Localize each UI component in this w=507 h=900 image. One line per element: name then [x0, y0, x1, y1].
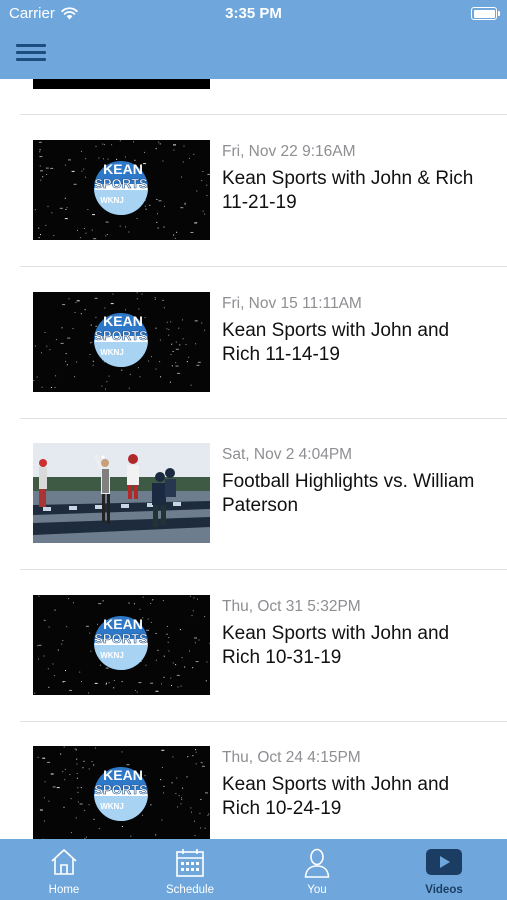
video-thumbnail[interactable]: KEAN SPORTS WKNJ	[33, 594, 210, 695]
logo-text-kean: KEAN	[103, 313, 143, 329]
logo-text-sports: SPORTS	[94, 176, 148, 191]
tab-bar: Home Schedule You Videos	[0, 839, 507, 900]
tab-schedule-label: Schedule	[166, 884, 214, 896]
video-title[interactable]: Kean Sports with John and Rich 11-14-19	[222, 319, 492, 367]
tab-videos-label: Videos	[425, 884, 463, 896]
video-thumbnail[interactable]	[33, 443, 210, 543]
video-date: Sat, Nov 2 4:04PM	[222, 446, 353, 463]
video-title[interactable]: Kean Sports with John and Rich 10-24-19	[222, 773, 492, 821]
video-list-item[interactable]: KEAN SPORTS WKNJ Thu, Oct 24 4:15PM Kean Spo…	[0, 721, 507, 839]
tab-videos[interactable]: Videos	[394, 839, 494, 900]
video-thumbnail[interactable]: KEAN SPORTS WKNJ	[33, 746, 210, 839]
tab-you-label: You	[307, 884, 327, 896]
play-icon	[426, 849, 462, 875]
logo-text-sports: SPORTS	[94, 782, 148, 797]
kean-sports-logo-thumbnail: KEANSPORTS WKNJ	[33, 746, 210, 839]
video-title[interactable]: Football Highlights vs. William Paterson	[222, 470, 492, 518]
logo-text-kean: KEAN	[103, 616, 143, 632]
battery-icon	[471, 7, 500, 20]
home-icon	[51, 849, 77, 875]
tab-schedule[interactable]: Schedule	[140, 839, 240, 900]
video-date: Fri, Nov 15 11:11AM	[222, 294, 362, 312]
logo-text-sports: SPORTS	[94, 631, 148, 646]
video-list[interactable]: KEAN SPORTS WKNJ Fri, Nov 22 9:16AM Kean Spo…	[0, 79, 507, 839]
kean-sports-logo-thumbnail: KEANSPORTS WKNJ	[33, 291, 210, 392]
hamburger-menu-icon[interactable]	[16, 42, 46, 64]
video-title[interactable]: Kean Sports with John and Rich 10-31-19	[222, 622, 492, 670]
video-list-item[interactable]: KEAN SPORTS WKNJ Fri, Nov 15 11:11AM Kean Sp…	[0, 267, 507, 418]
person-icon	[304, 848, 330, 878]
video-thumbnail-partial[interactable]	[33, 79, 210, 89]
status-time: 3:35 PM	[225, 5, 282, 22]
logo-text-kean: KEAN	[103, 161, 143, 177]
video-title[interactable]: Kean Sports with John & Rich 11-21-19	[222, 167, 492, 215]
logo-text-wknj: WKNJ	[100, 196, 124, 205]
tab-home[interactable]: Home	[14, 839, 114, 900]
video-date: Fri, Nov 22 9:16AM	[222, 143, 356, 160]
video-list-item[interactable]: Sat, Nov 2 4:04PM Football Highlights vs.…	[0, 418, 507, 569]
video-list-item[interactable]: KEAN SPORTS WKNJ Fri, Nov 22 9:16AM Kean Spo…	[0, 115, 507, 266]
video-date: Thu, Oct 31 5:32PM	[222, 597, 361, 615]
football-field-thumbnail	[33, 443, 210, 543]
logo-text-wknj: WKNJ	[100, 802, 124, 811]
video-thumbnail[interactable]: KEAN SPORTS WKNJ	[33, 291, 210, 392]
video-date: Thu, Oct 24 4:15PM	[222, 749, 361, 766]
video-thumbnail[interactable]: KEAN SPORTS WKNJ	[33, 140, 210, 240]
video-list-item[interactable]: KEAN SPORTS WKNJ Thu, Oct 31 5:32PM Kean Spo…	[0, 570, 507, 721]
status-bar: Carrier 3:35 PM	[0, 0, 507, 28]
tab-home-label: Home	[48, 884, 80, 896]
logo-text-wknj: WKNJ	[100, 651, 124, 660]
calendar-icon	[176, 849, 204, 877]
logo-text-sports: SPORTS	[94, 328, 148, 343]
tab-you[interactable]: You	[267, 839, 367, 900]
top-bar: Carrier 3:35 PM	[0, 0, 507, 79]
logo-text-kean: KEAN	[103, 767, 143, 783]
kean-sports-logo-thumbnail: KEANSPORTS WKNJ	[33, 140, 210, 240]
logo-text-wknj: WKNJ	[100, 348, 124, 357]
kean-sports-logo-thumbnail: KEANSPORTS WKNJ	[33, 594, 210, 695]
